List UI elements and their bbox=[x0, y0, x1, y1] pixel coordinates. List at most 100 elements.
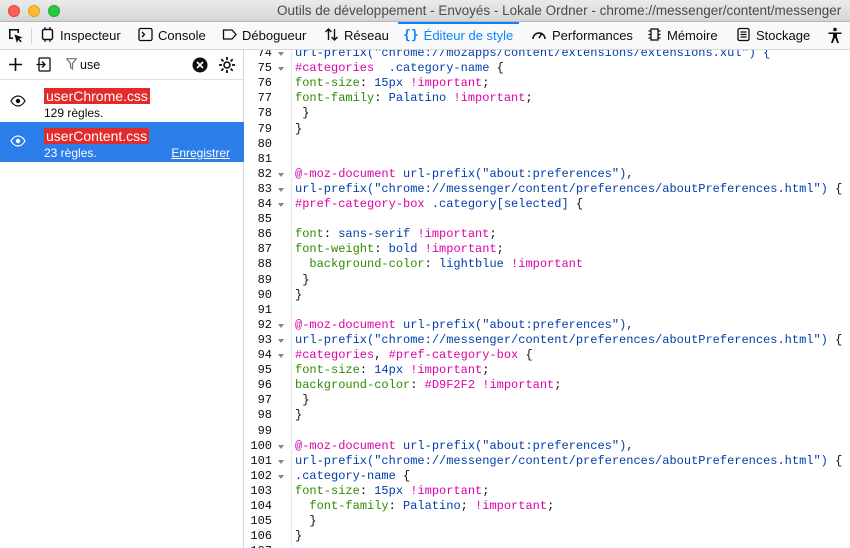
code-text: background-color: lightblue !important bbox=[309, 257, 584, 272]
code-text: background-color: #D9F2F2 !important; bbox=[295, 378, 562, 393]
code-line[interactable]: 78 } bbox=[245, 106, 850, 121]
fold-toggle-icon[interactable] bbox=[277, 333, 286, 348]
line-number: 80 bbox=[257, 136, 272, 151]
accessibility-icon[interactable] bbox=[827, 22, 843, 49]
filter-stylesheets-input[interactable] bbox=[80, 57, 180, 73]
gear-icon[interactable] bbox=[218, 56, 236, 77]
debugger-icon bbox=[222, 27, 237, 45]
code-line[interactable]: 99 bbox=[245, 424, 850, 439]
code-line[interactable]: 88 background-color: lightblue !importan… bbox=[245, 257, 850, 272]
eye-icon[interactable] bbox=[10, 135, 26, 150]
tab-console[interactable]: Console bbox=[138, 22, 206, 49]
tab-network[interactable]: Réseau bbox=[324, 22, 389, 49]
line-number: 100 bbox=[250, 438, 272, 453]
line-number: 82 bbox=[257, 166, 272, 181]
code-text: } bbox=[295, 272, 310, 287]
code-line[interactable]: 100 @-moz-document url-prefix("about:pref… bbox=[245, 439, 850, 454]
clear-filter-icon[interactable] bbox=[192, 57, 208, 76]
fold-toggle-icon[interactable] bbox=[277, 348, 286, 363]
stylesheet-item-usercontent[interactable]: userContent.css 23 règles. Enregistrer bbox=[0, 122, 244, 162]
filter-icon bbox=[65, 58, 78, 73]
element-picker-icon[interactable] bbox=[7, 22, 24, 49]
code-line[interactable]: 84 #pref-category-box .category[selected]… bbox=[245, 197, 850, 212]
zoom-window-button[interactable] bbox=[48, 5, 60, 17]
tab-performance[interactable]: Performances bbox=[531, 22, 633, 49]
code-line[interactable]: 89 } bbox=[245, 273, 850, 288]
code-line[interactable]: 92 @-moz-document url-prefix("about:prefe… bbox=[245, 318, 850, 333]
code-line[interactable]: 79} bbox=[245, 122, 850, 137]
fold-toggle-icon[interactable] bbox=[277, 197, 286, 212]
tab-label: Stockage bbox=[756, 28, 811, 43]
tab-memory[interactable]: Mémoire bbox=[647, 22, 718, 49]
code-line[interactable]: 82 @-moz-document url-prefix("about:prefe… bbox=[245, 167, 850, 182]
code-line[interactable]: 106} bbox=[245, 529, 850, 544]
line-number: 101 bbox=[250, 453, 272, 468]
fold-toggle-icon[interactable] bbox=[277, 50, 286, 61]
fold-toggle-icon[interactable] bbox=[277, 167, 286, 182]
tab-inspector[interactable]: Inspecteur bbox=[40, 22, 121, 49]
fold-toggle-icon[interactable] bbox=[277, 182, 286, 197]
code-line[interactable]: 75 #categories .category-name { bbox=[245, 61, 850, 76]
code-line[interactable]: 94 #categories, #pref-category-box { bbox=[245, 348, 850, 363]
code-line[interactable]: 95 font-size: 14px !important; bbox=[245, 363, 850, 378]
code-line[interactable]: 76 font-size: 15px !important; bbox=[245, 76, 850, 91]
code-line[interactable]: 83 url-prefix("chrome://messenger/content… bbox=[245, 182, 850, 197]
line-number: 85 bbox=[257, 212, 272, 227]
code-line[interactable]: 85 bbox=[245, 212, 850, 227]
code-line[interactable]: 93 url-prefix("chrome://messenger/content… bbox=[245, 333, 850, 348]
code-line[interactable]: 91 bbox=[245, 303, 850, 318]
save-stylesheet-link[interactable]: Enregistrer bbox=[171, 146, 230, 160]
fold-toggle-icon[interactable] bbox=[277, 318, 286, 333]
close-window-button[interactable] bbox=[8, 5, 20, 17]
code-text: url-prefix("chrome://messenger/content/p… bbox=[295, 453, 843, 468]
fold-toggle-icon[interactable] bbox=[277, 61, 286, 76]
line-number: 75 bbox=[257, 61, 272, 76]
window-title-bar: Outils de développement - Envoyés - Loka… bbox=[0, 0, 850, 22]
line-number: 77 bbox=[257, 91, 272, 106]
line-number: 78 bbox=[257, 106, 272, 121]
code-line[interactable]: 98} bbox=[245, 408, 850, 423]
stylesheet-item-userchrome[interactable]: userChrome.css 129 règles. bbox=[0, 82, 244, 122]
line-number: 76 bbox=[257, 76, 272, 91]
code-line[interactable]: 103 font-size: 15px !important; bbox=[245, 484, 850, 499]
minimize-window-button[interactable] bbox=[28, 5, 40, 17]
code-line[interactable]: 107 bbox=[245, 544, 850, 548]
code-line[interactable]: 81 bbox=[245, 152, 850, 167]
code-text: #categories .category-name { bbox=[295, 61, 504, 76]
code-line[interactable]: 102 .category-name { bbox=[245, 469, 850, 484]
fold-toggle-icon[interactable] bbox=[277, 454, 286, 469]
stylesheet-rule-count: 129 règles. bbox=[44, 106, 104, 120]
code-editor[interactable]: 74 url-prefix("chrome://mozapps/content/e… bbox=[245, 50, 850, 548]
line-number: 104 bbox=[250, 499, 272, 513]
tab-label: Performances bbox=[552, 28, 633, 43]
code-line[interactable]: 80 bbox=[245, 137, 850, 152]
import-stylesheet-button[interactable] bbox=[36, 57, 52, 75]
code-line[interactable]: 74 url-prefix("chrome://mozapps/content/e… bbox=[245, 50, 850, 61]
stylesheet-name: userContent.css bbox=[44, 128, 150, 144]
fold-toggle-icon[interactable] bbox=[277, 439, 286, 454]
eye-icon[interactable] bbox=[10, 95, 26, 110]
code-line[interactable]: 96 background-color: #D9F2F2 !important; bbox=[245, 378, 850, 393]
add-stylesheet-button[interactable] bbox=[8, 57, 23, 75]
tab-style-editor[interactable]: {} Éditeur de style bbox=[398, 22, 520, 49]
code-text: font-family: Palatino !important; bbox=[295, 91, 533, 106]
code-line[interactable]: 87 font-weight: bold !important; bbox=[245, 242, 850, 257]
tab-storage[interactable]: Stockage bbox=[736, 22, 810, 49]
code-line[interactable]: 105 } bbox=[245, 514, 850, 529]
code-line[interactable]: 90} bbox=[245, 288, 850, 303]
code-line[interactable]: 101 url-prefix("chrome://messenger/conten… bbox=[245, 454, 850, 469]
line-number: 79 bbox=[257, 121, 272, 136]
line-number: 92 bbox=[257, 317, 272, 332]
code-line[interactable]: 97 } bbox=[245, 393, 850, 408]
code-text: } bbox=[295, 393, 310, 408]
code-line[interactable]: 104 font-family: Palatino; !important; bbox=[245, 499, 850, 514]
code-line[interactable]: 77 font-family: Palatino !important; bbox=[245, 91, 850, 106]
code-text: font: sans-serif !important; bbox=[295, 227, 497, 242]
code-line[interactable]: 86 font: sans-serif !important; bbox=[245, 227, 850, 242]
line-number: 106 bbox=[250, 529, 272, 544]
fold-toggle-icon[interactable] bbox=[277, 469, 286, 484]
line-number: 87 bbox=[257, 242, 272, 257]
style-editor-icon: {} bbox=[403, 28, 419, 43]
stylesheet-rule-count: 23 règles. bbox=[44, 146, 97, 160]
tab-debugger[interactable]: Débogueur bbox=[222, 22, 306, 49]
